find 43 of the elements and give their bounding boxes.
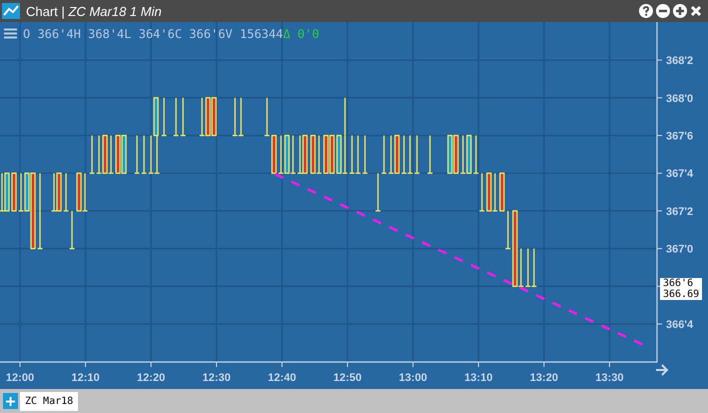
plus-icon xyxy=(6,396,15,406)
x-axis-label: 12:30 xyxy=(202,372,231,384)
y-axis-label: 368'2 xyxy=(666,55,694,68)
close-icon[interactable] xyxy=(690,5,702,17)
y-axis-label: 367'0 xyxy=(666,244,694,256)
y-axis-label: 367'6 xyxy=(666,130,694,142)
minimize-icon[interactable] xyxy=(656,4,670,18)
candlestick xyxy=(134,136,140,174)
candlestick xyxy=(264,98,270,136)
x-axis-label: 12:00 xyxy=(6,372,34,384)
y-axis-label: 367'4 xyxy=(666,168,694,180)
x-axis-label: 12:20 xyxy=(136,372,166,384)
candlestick xyxy=(362,136,368,174)
x-axis-label: 13:30 xyxy=(595,372,624,384)
x-axis-label: 12:50 xyxy=(333,372,362,384)
y-axis-label: 367'2 xyxy=(666,206,694,218)
price-value: 366.69 xyxy=(660,289,702,300)
candlestick xyxy=(180,98,186,136)
x-axis-label: 12:10 xyxy=(71,372,100,384)
maximize-icon[interactable] xyxy=(673,4,687,18)
candlestick xyxy=(174,98,178,136)
add-tab-button[interactable] xyxy=(3,393,18,409)
x-axis-label: 12:40 xyxy=(268,372,296,384)
change-readout: Δ 0'0 xyxy=(283,26,320,40)
candlestick xyxy=(90,136,94,174)
chart-tab[interactable]: ZC Mar18 xyxy=(20,392,78,410)
x-axis-label: 13:10 xyxy=(464,372,493,384)
window-title: Chart | ZC Mar18 1 Min xyxy=(26,4,163,18)
price-tag: 366'6 xyxy=(660,278,702,289)
menu-icon[interactable] xyxy=(4,28,17,39)
arrow-right-icon[interactable] xyxy=(655,364,668,376)
y-axis-label: 366'4 xyxy=(666,319,694,331)
candlestick xyxy=(271,134,277,174)
candlestick xyxy=(414,136,420,174)
x-axis-label: 13:00 xyxy=(398,372,428,384)
y-axis-label: 368'0 xyxy=(666,92,694,105)
candlestick xyxy=(162,98,166,136)
candlestick xyxy=(428,136,432,174)
help-icon[interactable] xyxy=(639,4,653,18)
ohlc-readout: O 366'4H 368'4L 364'6C 366'6V 156344 xyxy=(23,26,284,40)
candlestick xyxy=(142,136,146,174)
line-chart-icon xyxy=(2,3,20,19)
x-axis-label: 13:20 xyxy=(530,372,558,384)
